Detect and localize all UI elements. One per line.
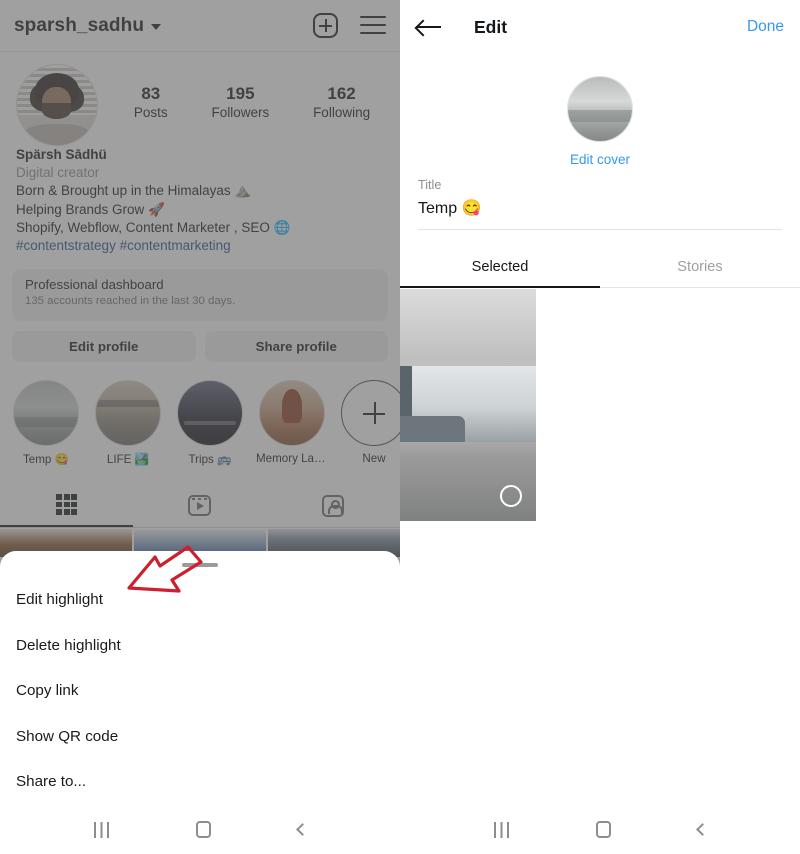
tagged-tab[interactable] bbox=[267, 484, 400, 527]
highlight-trips-cover[interactable] bbox=[177, 380, 243, 446]
plus-icon[interactable] bbox=[341, 380, 400, 446]
hamburger-menu-icon[interactable] bbox=[360, 16, 386, 35]
profile-username[interactable]: sparsh_sadhu bbox=[14, 15, 144, 37]
highlight-options-sheet: Edit highlight Delete highlight Copy lin… bbox=[0, 551, 400, 805]
stat-following-label: Following bbox=[313, 105, 371, 120]
avatar[interactable] bbox=[16, 64, 98, 146]
selected-stories-grid bbox=[400, 289, 800, 521]
cover-section: Edit cover bbox=[400, 76, 800, 167]
menu-item-copy-link[interactable]: Copy link bbox=[0, 668, 400, 714]
highlight-temp[interactable]: Temp 😋 bbox=[10, 380, 82, 466]
android-navbar-left bbox=[0, 805, 400, 854]
menu-item-show-qr-code[interactable]: Show QR code bbox=[0, 714, 400, 760]
highlight-life[interactable]: LIFE 🏞️ bbox=[92, 380, 164, 466]
story-thumbnail-1[interactable] bbox=[400, 289, 536, 521]
grid-tab[interactable] bbox=[0, 484, 134, 527]
share-profile-button[interactable]: Share profile bbox=[204, 331, 388, 362]
android-navbar-right bbox=[400, 805, 800, 854]
bio-hashtags[interactable]: #contentstrategy #contentmarketing bbox=[16, 237, 386, 255]
edit-highlight-panel: Edit Done Edit cover Title Temp 😋 Select… bbox=[400, 0, 800, 854]
story-highlights-row: Temp 😋 LIFE 🏞️ Trips 🚌 Memory Lane... Ne… bbox=[10, 380, 400, 466]
stat-followers-label: Followers bbox=[211, 105, 270, 120]
edit-tabs: Selected Stories bbox=[400, 246, 800, 288]
profile-action-buttons: Edit profile Share profile bbox=[12, 331, 388, 362]
highlight-temp-cover[interactable] bbox=[13, 380, 79, 446]
profile-header: sparsh_sadhu bbox=[0, 0, 400, 52]
plus-box-icon[interactable] bbox=[313, 13, 338, 38]
tab-selected[interactable]: Selected bbox=[400, 246, 600, 288]
highlight-new-label: New bbox=[362, 452, 386, 465]
stat-posts-count: 83 bbox=[141, 84, 161, 103]
reels-icon bbox=[188, 495, 212, 516]
back-icon[interactable] bbox=[295, 823, 309, 836]
edit-header: Edit Done bbox=[400, 0, 800, 54]
story-select-radio[interactable] bbox=[500, 485, 522, 507]
menu-item-share-to[interactable]: Share to... bbox=[0, 759, 400, 805]
bio-line-3: Shopify, Webflow, Content Marketer , SEO… bbox=[16, 219, 291, 235]
highlight-new[interactable]: New bbox=[338, 380, 400, 466]
profile-content-tabs bbox=[0, 484, 400, 528]
recents-icon[interactable] bbox=[493, 821, 509, 838]
bio-category: Digital creator bbox=[16, 165, 100, 181]
instagram-profile-panel: sparsh_sadhu 83 Posts 195 Followers 162 … bbox=[0, 0, 400, 854]
profile-summary-row: 83 Posts 195 Followers 162 Following bbox=[0, 62, 400, 148]
highlight-memory-lane-cover[interactable] bbox=[259, 380, 325, 446]
menu-item-delete-highlight[interactable]: Delete highlight bbox=[0, 623, 400, 669]
edit-cover-button[interactable]: Edit cover bbox=[400, 152, 800, 167]
edit-profile-button[interactable]: Edit profile bbox=[12, 331, 196, 362]
bio-line-1: Born & Brought up in the Himalayas ⛰️ bbox=[16, 183, 252, 199]
tagged-icon bbox=[322, 494, 345, 517]
stat-posts-label: Posts bbox=[133, 105, 168, 120]
professional-dashboard-card[interactable]: Professional dashboard 135 accounts reac… bbox=[12, 269, 388, 321]
highlight-memory-lane[interactable]: Memory Lane... bbox=[256, 380, 328, 466]
bio-line-2: Helping Brands Grow 🚀 bbox=[16, 201, 165, 217]
stat-followers[interactable]: 195 Followers bbox=[211, 84, 269, 120]
home-icon[interactable] bbox=[195, 821, 211, 838]
stat-following[interactable]: 162 Following bbox=[313, 84, 370, 120]
title-field-label: Title bbox=[418, 178, 442, 192]
done-button[interactable]: Done bbox=[747, 18, 784, 36]
reels-tab[interactable] bbox=[133, 484, 266, 527]
highlight-trips-label: Trips 🚌 bbox=[188, 453, 232, 466]
grid-icon bbox=[56, 494, 78, 515]
highlight-life-cover[interactable] bbox=[95, 380, 161, 446]
back-icon[interactable] bbox=[695, 823, 709, 836]
home-icon[interactable] bbox=[595, 821, 611, 838]
back-arrow-icon[interactable] bbox=[416, 18, 442, 36]
title-input[interactable]: Temp 😋 bbox=[418, 198, 782, 218]
sheet-drag-handle[interactable] bbox=[182, 563, 218, 567]
highlight-memory-lane-label: Memory Lane... bbox=[256, 452, 328, 465]
highlight-life-label: LIFE 🏞️ bbox=[106, 453, 150, 466]
sheet-menu-list: Edit highlight Delete highlight Copy lin… bbox=[0, 577, 400, 805]
highlight-cover-preview[interactable] bbox=[567, 76, 633, 142]
recents-icon[interactable] bbox=[93, 821, 109, 838]
profile-bio: Spärsh Sādhü Digital creator Born & Brou… bbox=[16, 146, 386, 255]
stat-following-count: 162 bbox=[327, 84, 356, 103]
dashboard-title: Professional dashboard bbox=[25, 277, 164, 292]
bio-display-name: Spärsh Sādhü bbox=[16, 147, 107, 162]
highlight-trips[interactable]: Trips 🚌 bbox=[174, 380, 246, 466]
chevron-down-icon[interactable] bbox=[151, 24, 162, 30]
profile-stats: 83 Posts 195 Followers 162 Following bbox=[98, 84, 400, 120]
edit-page-title: Edit bbox=[474, 16, 508, 37]
dashboard-subtitle: 135 accounts reached in the last 30 days… bbox=[25, 295, 236, 307]
highlight-temp-label: Temp 😋 bbox=[22, 453, 69, 466]
menu-item-edit-highlight[interactable]: Edit highlight bbox=[0, 577, 400, 623]
screenshot-root: sparsh_sadhu 83 Posts 195 Followers 162 … bbox=[0, 0, 800, 854]
title-field-group: Title Temp 😋 bbox=[418, 178, 782, 230]
stat-followers-count: 195 bbox=[226, 84, 255, 103]
tab-stories[interactable]: Stories bbox=[600, 246, 800, 287]
stat-posts[interactable]: 83 Posts bbox=[134, 84, 168, 120]
